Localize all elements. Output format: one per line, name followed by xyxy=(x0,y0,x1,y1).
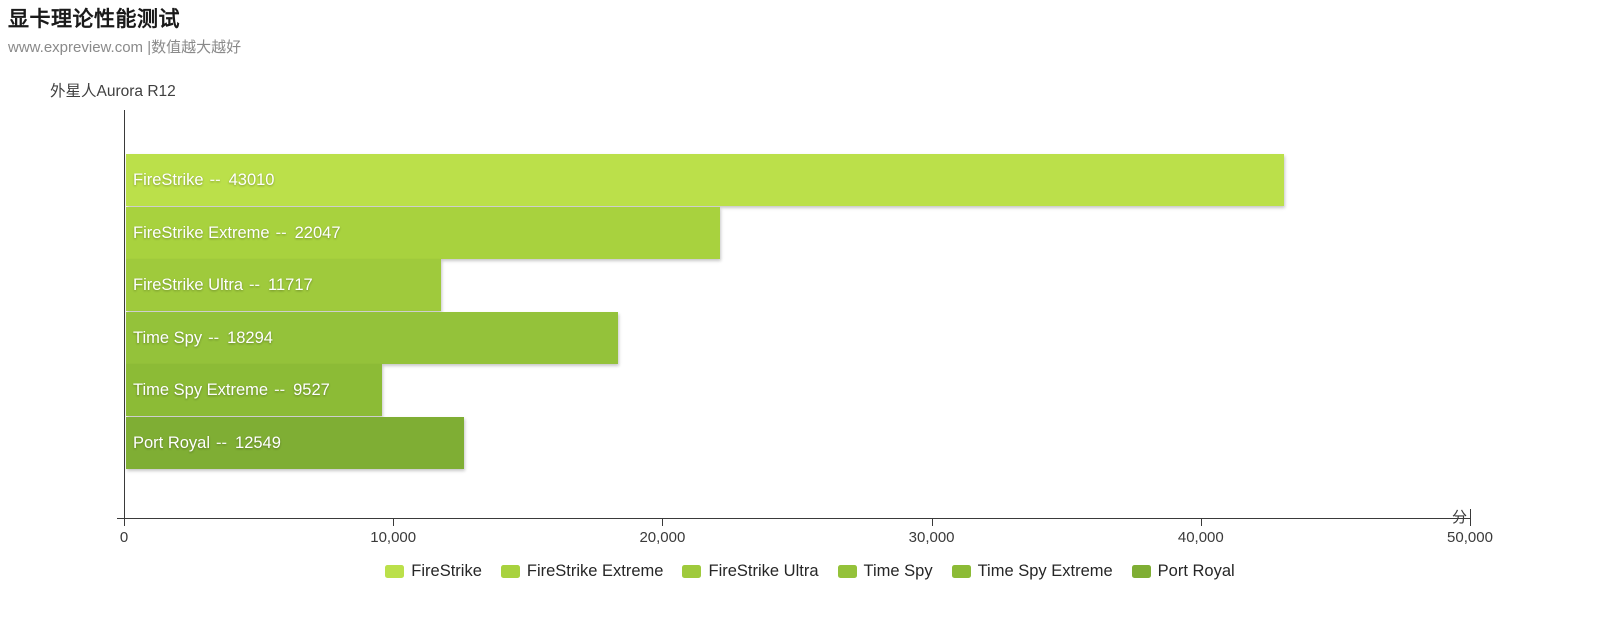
x-axis-tick xyxy=(662,519,664,526)
legend-item[interactable]: FireStrike Ultra xyxy=(682,562,819,581)
x-axis-tick-label: 30,000 xyxy=(908,529,955,546)
x-axis-unit-label: 分 xyxy=(1452,509,1468,526)
legend-item[interactable]: FireStrike Extreme xyxy=(500,562,664,581)
bar-row[interactable]: FireStrike -- 43010 xyxy=(126,154,1284,206)
bar-row[interactable]: Time Spy Extreme -- 9527 xyxy=(126,364,383,416)
legend-swatch-icon xyxy=(682,565,702,578)
bar-rect[interactable] xyxy=(126,364,383,416)
legend-item-label: Time Spy Extreme xyxy=(977,562,1113,580)
legend-item-label: FireStrike xyxy=(411,562,482,580)
bar-rect[interactable] xyxy=(126,311,619,364)
legend-swatch-icon xyxy=(951,565,971,578)
y-axis-line xyxy=(124,110,125,519)
legend-item[interactable]: Time Spy Extreme xyxy=(951,562,1113,581)
chart-plot-area: 外星人Aurora R12 0 10,000 20,000 30,000 40,000 5… xyxy=(0,0,1620,634)
legend-item-label: Time Spy xyxy=(863,562,933,580)
bar-rect[interactable] xyxy=(126,206,720,259)
legend-item[interactable]: Port Royal xyxy=(1131,562,1235,581)
x-axis-tick xyxy=(931,519,933,526)
x-axis-tick xyxy=(124,519,125,526)
bar-row[interactable]: FireStrike Ultra -- 11717 xyxy=(126,259,442,311)
legend-item-label: FireStrike Ultra xyxy=(708,562,819,580)
x-axis-tick xyxy=(393,519,395,526)
legend-swatch-icon xyxy=(837,565,857,578)
x-axis-tick-label: 40,000 xyxy=(1177,529,1224,546)
x-axis-tick xyxy=(1470,519,1471,526)
legend-swatch-icon xyxy=(1131,565,1151,578)
bar-row[interactable]: Time Spy -- 18294 xyxy=(126,311,619,364)
legend-item-label: FireStrike Extreme xyxy=(526,562,664,580)
chart-legend: FireStrike FireStrike Extreme FireStrike U… xyxy=(0,562,1620,581)
x-axis-tick-label: 10,000 xyxy=(370,529,417,546)
bar-rect[interactable] xyxy=(126,259,442,311)
x-axis-tick xyxy=(1200,519,1202,526)
bar-row[interactable]: Port Royal -- 12549 xyxy=(126,416,464,469)
legend-item-label: Port Royal xyxy=(1157,562,1235,580)
x-axis-end-cap xyxy=(1470,509,1471,519)
bar-rect[interactable] xyxy=(126,154,1284,206)
bar-rect[interactable] xyxy=(126,416,464,469)
x-axis-tick-label: 0 xyxy=(119,529,129,546)
bar-row[interactable]: FireStrike Extreme -- 22047 xyxy=(126,206,720,259)
x-axis-line xyxy=(124,518,1471,519)
x-axis-tick-label: 50,000 xyxy=(1447,529,1493,546)
legend-swatch-icon xyxy=(500,565,520,578)
series-name-label: 外星人Aurora R12 xyxy=(50,83,176,100)
legend-item[interactable]: Time Spy xyxy=(837,562,933,581)
legend-swatch-icon xyxy=(385,565,405,578)
x-axis-tick-label: 20,000 xyxy=(639,529,686,546)
legend-item[interactable]: FireStrike xyxy=(385,562,482,581)
